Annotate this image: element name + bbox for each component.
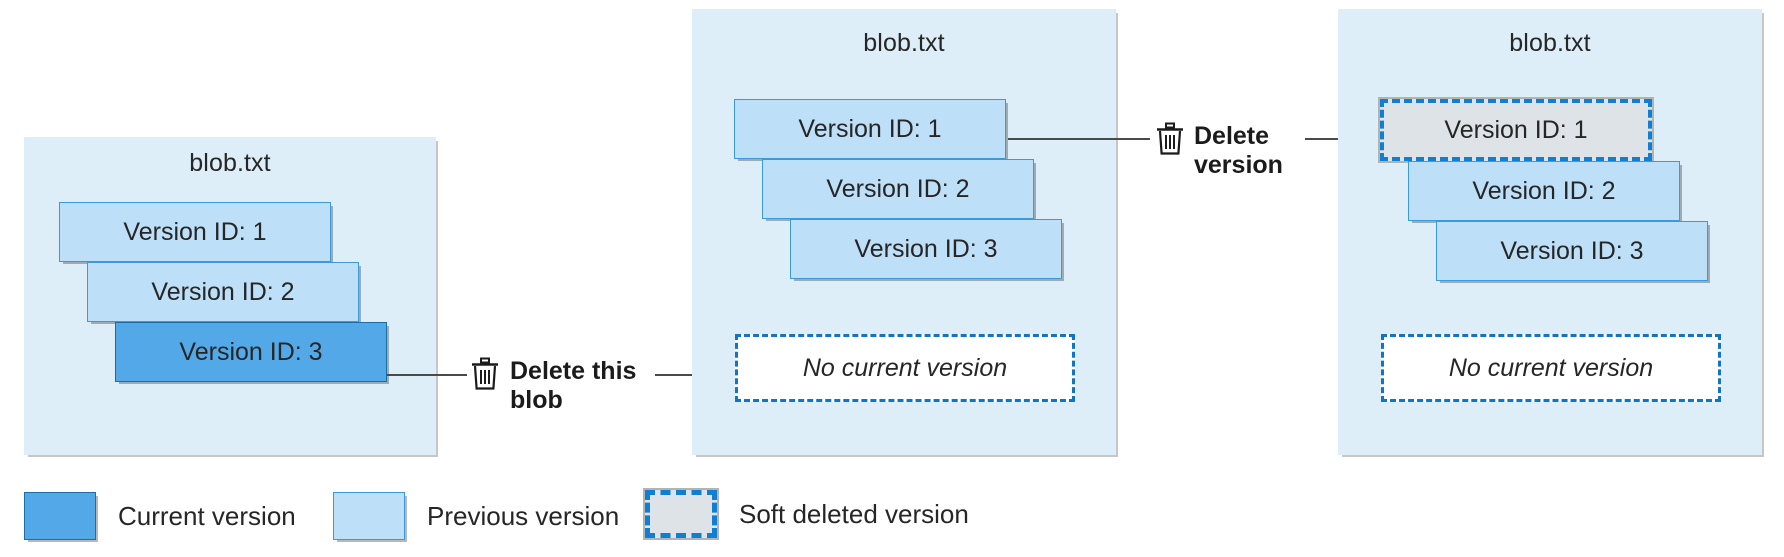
version-box-label: Version ID: 3 <box>1500 236 1644 265</box>
version-box-label: Version ID: 3 <box>854 234 998 263</box>
legend-swatch-current <box>24 492 96 540</box>
no-current-version-box: No current version <box>1381 334 1721 402</box>
legend-item-previous-version: Previous version <box>333 492 619 540</box>
version-box-1: Version ID: 1 <box>59 202 331 262</box>
panel-title: blob.txt <box>863 29 945 57</box>
version-box-label: Version ID: 1 <box>123 217 267 246</box>
legend-swatch-previous <box>333 492 405 540</box>
version-box-label: Version ID: 1 <box>1444 115 1588 144</box>
panel-title: blob.txt <box>189 149 271 177</box>
version-box-label: Version ID: 2 <box>826 174 970 203</box>
no-current-version-box: No current version <box>735 334 1075 402</box>
legend-label: Previous version <box>427 500 620 531</box>
version-box-3: Version ID: 3 <box>790 219 1062 279</box>
legend-item-soft-deleted-version: Soft deleted version <box>643 488 969 540</box>
panel-after-blob-delete: blob.txt Version ID: 1 Version ID: 2 Ver… <box>692 9 1116 455</box>
trash-icon <box>1155 122 1185 156</box>
version-box-3-current: Version ID: 3 <box>115 322 387 382</box>
panel-initial: blob.txt Version ID: 1 Version ID: 2 Ver… <box>24 137 436 455</box>
no-current-version-label: No current version <box>1448 353 1654 382</box>
trash-icon <box>470 357 500 391</box>
panel-after-version-delete: blob.txt Version ID: 1 Version ID: 2 Ver… <box>1338 9 1762 455</box>
version-box-2: Version ID: 2 <box>762 159 1034 219</box>
version-box-2: Version ID: 2 <box>87 262 359 322</box>
version-box-1-soft-deleted: Version ID: 1 <box>1378 97 1654 163</box>
diagram-canvas: blob.txt Version ID: 1 Version ID: 2 Ver… <box>0 0 1784 557</box>
legend-label: Current version <box>118 500 296 531</box>
version-box-2: Version ID: 2 <box>1408 161 1680 221</box>
connector-delete-blob-left <box>387 374 467 376</box>
version-box-label: Version ID: 2 <box>1472 176 1616 205</box>
version-box-1: Version ID: 1 <box>734 99 1006 159</box>
delete-version-label: Delete version <box>1194 122 1283 179</box>
version-box-label: Version ID: 3 <box>179 337 323 366</box>
delete-blob-label: Delete this blob <box>510 357 637 414</box>
no-current-version-label: No current version <box>802 353 1008 382</box>
legend: Current version Previous version Soft de… <box>0 484 1784 550</box>
legend-label: Soft deleted version <box>739 498 969 529</box>
connector-delete-version-left <box>1008 138 1150 140</box>
legend-item-current-version: Current version <box>24 492 296 540</box>
version-box-label: Version ID: 1 <box>798 114 942 143</box>
panel-title: blob.txt <box>1509 29 1591 57</box>
version-box-3: Version ID: 3 <box>1436 221 1708 281</box>
version-box-label: Version ID: 2 <box>151 277 295 306</box>
legend-swatch-soft-deleted <box>643 488 719 540</box>
